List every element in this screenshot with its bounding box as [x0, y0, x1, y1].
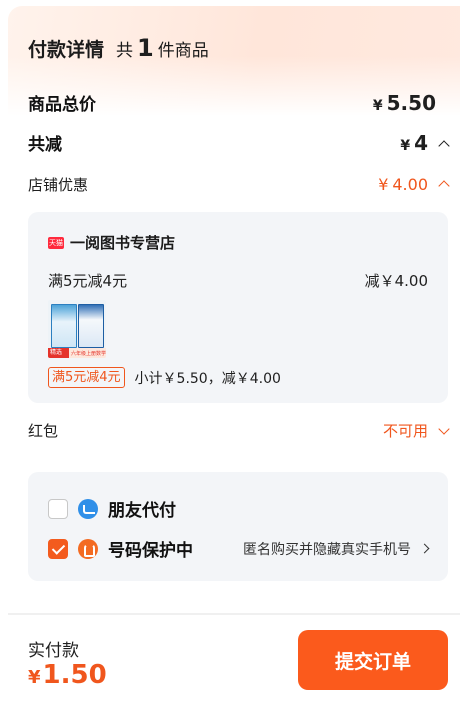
- friend-pay-icon: [78, 498, 98, 519]
- tmall-icon: 天猫: [48, 236, 64, 249]
- phone-protect-hint: 匿名购买并隐藏真实手机号: [243, 541, 411, 558]
- page-title: 付款详情: [28, 39, 105, 61]
- payment-options-card: 朋友代付 号码保护中 匿名购买并隐藏真实手机号: [28, 472, 448, 581]
- chevron-right-icon: [419, 543, 430, 554]
- item-count-prefix: 共: [116, 41, 134, 61]
- actual-payment-currency: ¥: [28, 667, 41, 688]
- shop-discount-currency: ¥: [378, 175, 389, 194]
- phone-protect-checkbox[interactable]: [48, 538, 68, 559]
- reduction-value: ¥ 4: [400, 130, 450, 155]
- product-strip: 精选版 六年级上册数学: [48, 348, 106, 358]
- shop-discount-value: ¥ 4.00: [378, 175, 450, 194]
- total-price-row: 商品总价 ¥ 5.50: [28, 90, 448, 116]
- book-cover-left: [51, 304, 77, 348]
- item-count: 1: [137, 34, 154, 62]
- reduction-label: 共减: [28, 135, 62, 155]
- footer-divider: [8, 613, 460, 615]
- reduction-row[interactable]: 共减 ¥ 4: [28, 130, 450, 155]
- total-price-value: ¥ 5.50: [373, 91, 436, 115]
- friend-pay-option[interactable]: 朋友代付: [48, 496, 428, 521]
- phone-protect-icon: [78, 538, 98, 559]
- promo-label: 满5元减4元: [48, 272, 128, 290]
- sheet-header: 付款详情 共 1 件商品: [28, 34, 209, 62]
- chevron-up-icon[interactable]: [438, 139, 450, 152]
- red-packet-label: 红包: [28, 422, 59, 440]
- promo-amount: 减￥4.00: [364, 272, 428, 290]
- chevron-up-icon[interactable]: [438, 180, 450, 192]
- red-packet-status: 不可用: [382, 420, 450, 441]
- reduction-currency: ¥: [400, 137, 411, 154]
- phone-protect-option[interactable]: 号码保护中 匿名购买并隐藏真实手机号: [48, 536, 430, 561]
- promo-tag: 满5元减4元: [48, 367, 125, 388]
- shop-discount-row[interactable]: 店铺优惠 ¥ 4.00: [28, 174, 450, 195]
- total-currency: ¥: [372, 97, 383, 114]
- chevron-down-icon[interactable]: [438, 422, 450, 435]
- product-strip-right: 六年级上册数学: [70, 350, 106, 357]
- subtotal-text: 小计￥5.50，减￥4.00: [134, 370, 281, 387]
- phone-protect-hint-link[interactable]: 匿名购买并隐藏真实手机号: [243, 539, 430, 559]
- actual-payment-label: 实付款: [28, 641, 79, 661]
- item-count-suffix: 件商品: [157, 41, 209, 61]
- red-packet-row[interactable]: 红包 不可用: [28, 420, 450, 441]
- book-cover-right: [78, 304, 104, 348]
- actual-payment-amount: 1.50: [42, 660, 107, 690]
- promo-row: 满5元减4元 减￥4.00: [48, 270, 428, 291]
- shop-card: 天猫 一阅图书专营店 满5元减4元 减￥4.00 精选版 六年级上册数学 满5元…: [28, 212, 448, 403]
- red-packet-status-text: 不可用: [382, 422, 428, 440]
- submit-order-button[interactable]: 提交订单: [298, 630, 448, 690]
- total-amount: 5.50: [386, 90, 436, 115]
- friend-pay-label: 朋友代付: [108, 501, 176, 521]
- shop-name: 一阅图书专营店: [70, 234, 176, 252]
- shop-discount-label: 店铺优惠: [28, 176, 89, 194]
- friend-pay-checkbox[interactable]: [48, 498, 68, 519]
- reduction-amount: 4: [414, 130, 428, 155]
- total-price-label: 商品总价: [28, 95, 96, 115]
- product-strip-left: 精选版: [48, 348, 69, 358]
- payment-sheet: 付款详情 共 1 件商品 商品总价 ¥ 5.50 共减 ¥ 4 店铺优惠 ¥ 4…: [8, 6, 460, 701]
- product-thumbnail[interactable]: 精选版 六年级上册数学: [48, 300, 106, 358]
- shop-discount-amount: 4.00: [392, 175, 428, 194]
- shop-header[interactable]: 天猫 一阅图书专营店: [48, 232, 175, 253]
- actual-payment-value: ¥ 1.50: [28, 660, 107, 690]
- subtotal-row: 满5元减4元 小计￥5.50，减￥4.00: [48, 367, 281, 388]
- phone-protect-label: 号码保护中: [108, 541, 193, 561]
